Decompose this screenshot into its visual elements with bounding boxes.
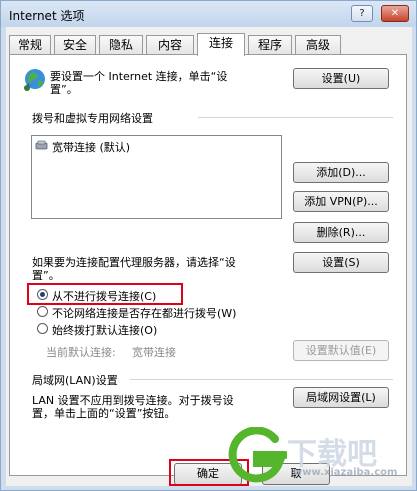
tab-general[interactable]: 常规 (9, 35, 51, 55)
connection-icon (35, 140, 48, 150)
tab-privacy[interactable]: 隐私 (99, 35, 143, 55)
radio-always-dial-default[interactable] (37, 323, 48, 334)
lan-header: 局域网(LAN)设置 (32, 374, 118, 387)
radio-dial-whenever[interactable] (37, 306, 48, 317)
tab-content[interactable]: 内容 (146, 35, 194, 55)
proxy-settings-button[interactable]: 设置(S) (293, 252, 389, 273)
close-button[interactable]: ✕ (381, 5, 409, 22)
watermark-logo-icon (228, 427, 287, 483)
title-bar[interactable]: Internet 选项 ? ✕ (1, 1, 416, 27)
setup-text-line2: 置”。 (50, 83, 78, 96)
watermark-subtext: www.xiazaiba.com (293, 467, 398, 478)
internet-options-window: Internet 选项 ? ✕ 常规 安全 隐私 内容 连接 程序 高级 要设置… (0, 0, 417, 491)
dialup-header: 拨号和虚拟专用网络设置 (32, 112, 153, 125)
setup-button[interactable]: 设置(U) (293, 68, 389, 89)
lan-settings-button[interactable]: 局域网设置(L) (293, 387, 389, 408)
proxy-text-line2: 置”。 (32, 269, 60, 282)
current-default-value: 宽带连接 (132, 346, 176, 359)
option-always-dial-label[interactable]: 始终拨打默认连接(O) (52, 322, 157, 338)
lan-divider (130, 379, 393, 380)
globe-icon (24, 69, 45, 91)
window-title: Internet 选项 (9, 9, 85, 23)
highlight-box-never-dial (27, 283, 183, 305)
connections-panel: 要设置一个 Internet 连接，单击“设 置”。 设置(U) 拨号和虚拟专用… (9, 54, 407, 476)
help-button[interactable]: ? (351, 5, 373, 22)
add-vpn-button[interactable]: 添加 VPN(P)... (293, 191, 389, 212)
add-button[interactable]: 添加(D)... (293, 162, 389, 183)
lan-text-line2: 置，单击上面的“设置”按钮。 (32, 407, 176, 420)
tab-security[interactable]: 安全 (54, 35, 96, 55)
list-item-label: 宽带连接 (默认) (52, 141, 131, 154)
connection-list[interactable]: 宽带连接 (默认) (31, 135, 282, 219)
dialup-divider (198, 117, 393, 118)
tab-connections[interactable]: 连接 (197, 33, 245, 56)
remove-button[interactable]: 删除(R)... (293, 222, 389, 243)
set-default-button[interactable]: 设置默认值(E) (293, 340, 389, 361)
dialog-client: 常规 安全 隐私 内容 连接 程序 高级 要设置一个 Internet 连接，单… (6, 27, 412, 486)
tab-programs[interactable]: 程序 (248, 35, 292, 55)
current-default-label: 当前默认连接: (46, 346, 116, 359)
proxy-text-line1: 如果要为连接配置代理服务器，请选择“设 (32, 256, 236, 269)
tab-advanced[interactable]: 高级 (295, 35, 341, 55)
option-dial-whenever-label[interactable]: 不论网络连接是否存在都进行拨号(W) (52, 305, 236, 321)
